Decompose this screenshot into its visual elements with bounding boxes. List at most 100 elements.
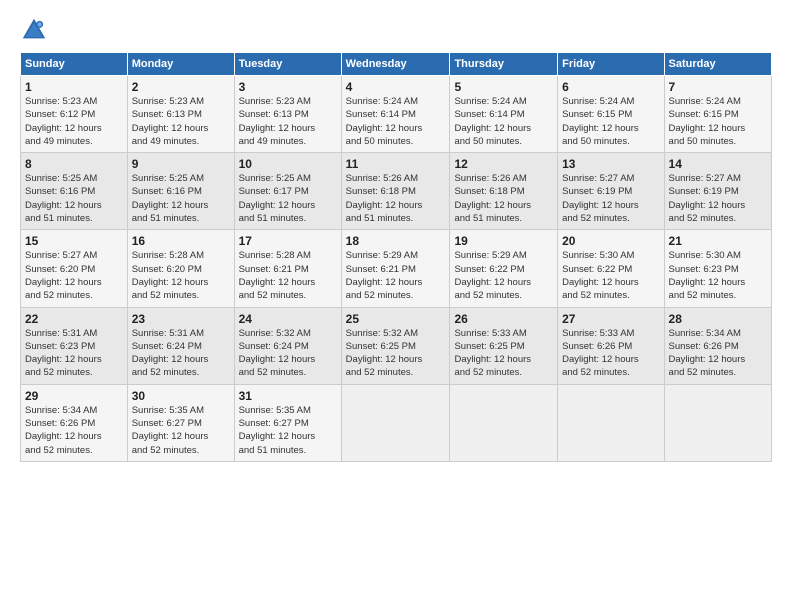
- calendar-day-cell: 6Sunrise: 5:24 AMSunset: 6:15 PMDaylight…: [558, 76, 664, 153]
- calendar-day-cell: 23Sunrise: 5:31 AMSunset: 6:24 PMDayligh…: [127, 307, 234, 384]
- calendar-day-cell: 24Sunrise: 5:32 AMSunset: 6:24 PMDayligh…: [234, 307, 341, 384]
- calendar-day-cell: 19Sunrise: 5:29 AMSunset: 6:22 PMDayligh…: [450, 230, 558, 307]
- calendar-day-cell: 15Sunrise: 5:27 AMSunset: 6:20 PMDayligh…: [21, 230, 128, 307]
- calendar-header-row: SundayMondayTuesdayWednesdayThursdayFrid…: [21, 53, 772, 76]
- day-info: Sunrise: 5:32 AMSunset: 6:24 PMDaylight:…: [239, 327, 337, 380]
- day-number: 5: [454, 80, 553, 94]
- day-number: 16: [132, 234, 230, 248]
- calendar-day-cell: 22Sunrise: 5:31 AMSunset: 6:23 PMDayligh…: [21, 307, 128, 384]
- calendar-day-cell: 29Sunrise: 5:34 AMSunset: 6:26 PMDayligh…: [21, 384, 128, 461]
- day-info: Sunrise: 5:25 AMSunset: 6:16 PMDaylight:…: [132, 172, 230, 225]
- day-info: Sunrise: 5:28 AMSunset: 6:21 PMDaylight:…: [239, 249, 337, 302]
- calendar-day-cell: 14Sunrise: 5:27 AMSunset: 6:19 PMDayligh…: [664, 153, 771, 230]
- logo-icon: [20, 16, 48, 44]
- day-info: Sunrise: 5:32 AMSunset: 6:25 PMDaylight:…: [346, 327, 446, 380]
- day-number: 4: [346, 80, 446, 94]
- day-info: Sunrise: 5:30 AMSunset: 6:23 PMDaylight:…: [669, 249, 767, 302]
- day-number: 15: [25, 234, 123, 248]
- calendar-day-cell: [450, 384, 558, 461]
- calendar-day-cell: 13Sunrise: 5:27 AMSunset: 6:19 PMDayligh…: [558, 153, 664, 230]
- day-number: 6: [562, 80, 659, 94]
- calendar-day-cell: 1Sunrise: 5:23 AMSunset: 6:12 PMDaylight…: [21, 76, 128, 153]
- calendar-day-cell: 25Sunrise: 5:32 AMSunset: 6:25 PMDayligh…: [341, 307, 450, 384]
- day-info: Sunrise: 5:30 AMSunset: 6:22 PMDaylight:…: [562, 249, 659, 302]
- calendar-day-cell: [664, 384, 771, 461]
- day-number: 22: [25, 312, 123, 326]
- calendar-day-cell: 16Sunrise: 5:28 AMSunset: 6:20 PMDayligh…: [127, 230, 234, 307]
- day-number: 3: [239, 80, 337, 94]
- calendar-day-cell: 28Sunrise: 5:34 AMSunset: 6:26 PMDayligh…: [664, 307, 771, 384]
- calendar-day-cell: 20Sunrise: 5:30 AMSunset: 6:22 PMDayligh…: [558, 230, 664, 307]
- page: SundayMondayTuesdayWednesdayThursdayFrid…: [0, 0, 792, 612]
- calendar-day-cell: 7Sunrise: 5:24 AMSunset: 6:15 PMDaylight…: [664, 76, 771, 153]
- day-info: Sunrise: 5:34 AMSunset: 6:26 PMDaylight:…: [25, 404, 123, 457]
- calendar-week-row: 22Sunrise: 5:31 AMSunset: 6:23 PMDayligh…: [21, 307, 772, 384]
- calendar-day-cell: 11Sunrise: 5:26 AMSunset: 6:18 PMDayligh…: [341, 153, 450, 230]
- calendar-table: SundayMondayTuesdayWednesdayThursdayFrid…: [20, 52, 772, 462]
- day-info: Sunrise: 5:33 AMSunset: 6:26 PMDaylight:…: [562, 327, 659, 380]
- day-info: Sunrise: 5:24 AMSunset: 6:15 PMDaylight:…: [562, 95, 659, 148]
- day-info: Sunrise: 5:26 AMSunset: 6:18 PMDaylight:…: [346, 172, 446, 225]
- day-number: 18: [346, 234, 446, 248]
- day-number: 13: [562, 157, 659, 171]
- day-number: 26: [454, 312, 553, 326]
- day-info: Sunrise: 5:35 AMSunset: 6:27 PMDaylight:…: [132, 404, 230, 457]
- day-info: Sunrise: 5:33 AMSunset: 6:25 PMDaylight:…: [454, 327, 553, 380]
- calendar-day-cell: 21Sunrise: 5:30 AMSunset: 6:23 PMDayligh…: [664, 230, 771, 307]
- day-number: 1: [25, 80, 123, 94]
- day-number: 20: [562, 234, 659, 248]
- day-number: 2: [132, 80, 230, 94]
- day-info: Sunrise: 5:34 AMSunset: 6:26 PMDaylight:…: [669, 327, 767, 380]
- day-number: 30: [132, 389, 230, 403]
- calendar-day-cell: 27Sunrise: 5:33 AMSunset: 6:26 PMDayligh…: [558, 307, 664, 384]
- calendar-day-cell: [341, 384, 450, 461]
- calendar-day-cell: 12Sunrise: 5:26 AMSunset: 6:18 PMDayligh…: [450, 153, 558, 230]
- day-number: 25: [346, 312, 446, 326]
- day-info: Sunrise: 5:29 AMSunset: 6:21 PMDaylight:…: [346, 249, 446, 302]
- calendar-week-row: 1Sunrise: 5:23 AMSunset: 6:12 PMDaylight…: [21, 76, 772, 153]
- calendar-week-row: 15Sunrise: 5:27 AMSunset: 6:20 PMDayligh…: [21, 230, 772, 307]
- calendar-day-cell: [558, 384, 664, 461]
- day-number: 10: [239, 157, 337, 171]
- calendar-day-header: Saturday: [664, 53, 771, 76]
- day-number: 31: [239, 389, 337, 403]
- calendar-day-cell: 3Sunrise: 5:23 AMSunset: 6:13 PMDaylight…: [234, 76, 341, 153]
- calendar-day-header: Tuesday: [234, 53, 341, 76]
- calendar-week-row: 29Sunrise: 5:34 AMSunset: 6:26 PMDayligh…: [21, 384, 772, 461]
- day-number: 19: [454, 234, 553, 248]
- calendar-day-cell: 2Sunrise: 5:23 AMSunset: 6:13 PMDaylight…: [127, 76, 234, 153]
- calendar-day-cell: 10Sunrise: 5:25 AMSunset: 6:17 PMDayligh…: [234, 153, 341, 230]
- day-number: 17: [239, 234, 337, 248]
- calendar-day-cell: 4Sunrise: 5:24 AMSunset: 6:14 PMDaylight…: [341, 76, 450, 153]
- day-info: Sunrise: 5:23 AMSunset: 6:13 PMDaylight:…: [132, 95, 230, 148]
- day-info: Sunrise: 5:31 AMSunset: 6:23 PMDaylight:…: [25, 327, 123, 380]
- day-info: Sunrise: 5:23 AMSunset: 6:12 PMDaylight:…: [25, 95, 123, 148]
- day-info: Sunrise: 5:29 AMSunset: 6:22 PMDaylight:…: [454, 249, 553, 302]
- day-number: 29: [25, 389, 123, 403]
- day-number: 28: [669, 312, 767, 326]
- day-info: Sunrise: 5:24 AMSunset: 6:14 PMDaylight:…: [346, 95, 446, 148]
- day-number: 11: [346, 157, 446, 171]
- calendar-day-cell: 18Sunrise: 5:29 AMSunset: 6:21 PMDayligh…: [341, 230, 450, 307]
- calendar-day-header: Monday: [127, 53, 234, 76]
- day-number: 27: [562, 312, 659, 326]
- calendar-day-header: Friday: [558, 53, 664, 76]
- day-number: 14: [669, 157, 767, 171]
- day-info: Sunrise: 5:26 AMSunset: 6:18 PMDaylight:…: [454, 172, 553, 225]
- day-number: 24: [239, 312, 337, 326]
- calendar-day-cell: 17Sunrise: 5:28 AMSunset: 6:21 PMDayligh…: [234, 230, 341, 307]
- calendar-day-cell: 30Sunrise: 5:35 AMSunset: 6:27 PMDayligh…: [127, 384, 234, 461]
- calendar-day-cell: 9Sunrise: 5:25 AMSunset: 6:16 PMDaylight…: [127, 153, 234, 230]
- header: [20, 16, 772, 44]
- day-number: 8: [25, 157, 123, 171]
- day-number: 23: [132, 312, 230, 326]
- calendar-day-cell: 31Sunrise: 5:35 AMSunset: 6:27 PMDayligh…: [234, 384, 341, 461]
- day-info: Sunrise: 5:27 AMSunset: 6:20 PMDaylight:…: [25, 249, 123, 302]
- day-info: Sunrise: 5:28 AMSunset: 6:20 PMDaylight:…: [132, 249, 230, 302]
- calendar-day-header: Sunday: [21, 53, 128, 76]
- day-number: 21: [669, 234, 767, 248]
- day-number: 9: [132, 157, 230, 171]
- calendar-day-header: Wednesday: [341, 53, 450, 76]
- day-info: Sunrise: 5:31 AMSunset: 6:24 PMDaylight:…: [132, 327, 230, 380]
- logo: [20, 16, 52, 44]
